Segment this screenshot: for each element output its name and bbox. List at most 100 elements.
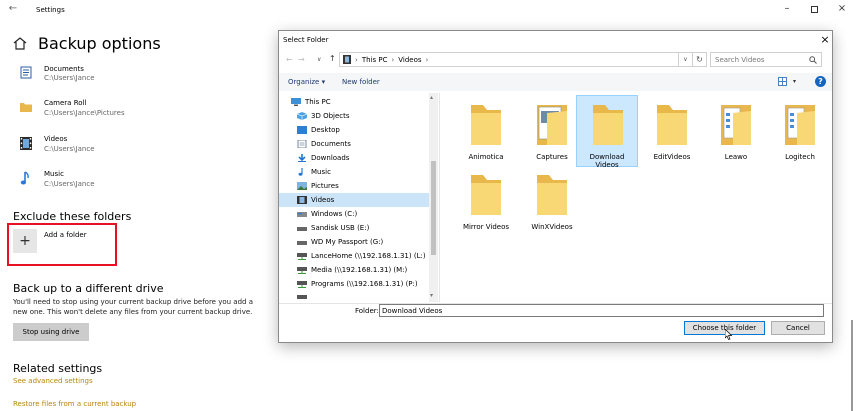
address-dropdown-icon[interactable]: ∨ (679, 52, 693, 67)
nav-item-desktop[interactable]: Desktop (279, 123, 429, 137)
search-input[interactable]: Search Videos (710, 52, 822, 67)
nav-item-label: Pictures (311, 182, 339, 190)
nav-item-wd-passport[interactable]: WD My Passport (G:) (279, 235, 429, 249)
view-options-icon[interactable] (778, 77, 790, 86)
document-icon (297, 140, 307, 148)
nav-item-sandisk-usb[interactable]: Sandisk USB (E:) (279, 221, 429, 235)
refresh-icon[interactable]: ↻ (693, 52, 707, 67)
backup-folder-item[interactable]: Documents C:\Users\Jance (0, 62, 260, 86)
backup-folder-item[interactable]: Camera Roll C:\Users\Jance\Pictures (0, 97, 260, 121)
folder-name-input[interactable]: Download Videos (379, 304, 824, 317)
folder-name-value: Download Videos (382, 306, 443, 315)
related-settings-heading: Related settings (13, 362, 103, 375)
folder-tile-animotica[interactable]: Animotica (453, 95, 519, 167)
nav-item-this-pc[interactable]: This PC (279, 95, 429, 109)
backup-folder-label: Camera Roll (44, 99, 87, 107)
nav-item-3d-objects[interactable]: 3D Objects (279, 109, 429, 123)
advanced-settings-link[interactable]: See advanced settings (13, 377, 93, 385)
navigation-pane: This PC 3D Objects Desktop Documents Dow… (279, 93, 438, 302)
nav-item-lancehome[interactable]: LanceHome (\\192.168.1.31) (L:) (279, 249, 429, 263)
video-icon (343, 55, 351, 64)
folder-docs-icon (721, 105, 751, 145)
address-bar[interactable]: › This PC › Videos › (339, 52, 679, 67)
maximize-icon[interactable] (811, 6, 818, 13)
nav-item-windows-c[interactable]: Windows (C:) (279, 207, 429, 221)
scroll-down-icon[interactable]: ▾ (430, 292, 433, 299)
search-icon (809, 56, 817, 64)
search-placeholder: Search Videos (715, 55, 765, 64)
backup-folder-item[interactable]: Music C:\Users\Jance (0, 168, 260, 192)
different-drive-heading: Back up to a different drive (13, 282, 164, 295)
folder-open-icon (537, 105, 567, 145)
video-icon (297, 196, 307, 204)
back-arrow-icon[interactable]: ← (8, 4, 18, 14)
restore-files-link[interactable]: Restore files from a current backup (13, 400, 136, 408)
folder-icon (537, 175, 567, 215)
documents-icon (20, 66, 32, 79)
help-icon[interactable]: ? (815, 76, 826, 87)
backup-folder-path: C:\Users\Jance (44, 74, 95, 82)
minimize-icon[interactable]: – (782, 4, 792, 14)
window-title: Settings (36, 6, 65, 14)
recent-dropdown-icon[interactable]: ∨ (317, 56, 321, 63)
folder-label: Download Videos (589, 153, 625, 169)
nav-item-partial[interactable] (279, 291, 429, 302)
nav-item-label: Windows (C:) (311, 210, 358, 218)
mouse-cursor-icon (725, 329, 732, 340)
breadcrumb-videos[interactable]: Videos (398, 56, 421, 64)
folder-tile-logitech[interactable]: Logitech (767, 95, 833, 167)
folder-icon (471, 105, 501, 145)
nav-item-pictures[interactable]: Pictures (279, 179, 429, 193)
music-note-icon (20, 171, 29, 185)
scrollbar-thumb[interactable] (851, 320, 853, 411)
network-drive-icon (297, 253, 307, 260)
back-arrow-icon[interactable]: ← (286, 55, 293, 64)
nav-item-label: Music (311, 168, 331, 176)
nav-item-documents[interactable]: Documents (279, 137, 429, 151)
folder-tile-winxvideos[interactable]: WinXVideos (519, 165, 585, 237)
nav-item-downloads[interactable]: Downloads (279, 151, 429, 165)
folder-label: EditVideos (653, 153, 691, 161)
nav-item-programs[interactable]: Programs (\\192.168.1.31) (P:) (279, 277, 429, 291)
forward-arrow-icon[interactable]: → (298, 55, 305, 64)
nav-item-label: 3D Objects (311, 112, 350, 120)
exclude-folders-heading: Exclude these folders (13, 210, 132, 223)
usb-drive-icon (297, 227, 307, 231)
nav-item-label: Videos (311, 196, 335, 204)
music-icon (298, 168, 303, 176)
home-icon (13, 37, 27, 50)
breadcrumb-this-pc[interactable]: This PC (362, 56, 388, 64)
breadcrumb-separator-icon: › (355, 55, 358, 64)
different-drive-desc-2: new one. This won't delete any files fro… (13, 308, 253, 316)
close-icon[interactable]: × (837, 4, 847, 14)
add-folder-button[interactable]: + Add a folder (13, 229, 103, 255)
download-icon (298, 154, 306, 162)
nav-scrollbar-thumb[interactable] (431, 161, 436, 255)
cancel-button[interactable]: Cancel (771, 321, 825, 335)
backup-folder-label: Documents (44, 65, 84, 73)
folder-label: WinXVideos (531, 223, 573, 231)
organize-menu[interactable]: Organize ▾ (288, 78, 325, 86)
nav-item-videos[interactable]: Videos (279, 193, 429, 207)
plus-icon: + (13, 229, 37, 253)
up-arrow-icon[interactable]: ↑ (329, 54, 336, 63)
folder-tile-editvideos[interactable]: EditVideos (639, 95, 705, 167)
dialog-close-icon[interactable]: × (817, 31, 833, 47)
nav-item-music[interactable]: Music (279, 165, 429, 179)
scroll-up-icon[interactable]: ▴ (430, 94, 433, 101)
video-icon (20, 137, 32, 150)
different-drive-desc-1: You'll need to stop using your current b… (13, 298, 253, 306)
nav-scrollbar[interactable]: ▴ ▾ (429, 93, 438, 302)
backup-folder-item[interactable]: Videos C:\Users\Jance (0, 133, 260, 157)
stop-using-drive-button[interactable]: Stop using drive (13, 323, 89, 341)
view-dropdown-icon[interactable]: ▾ (793, 78, 796, 85)
breadcrumb-separator-icon: › (425, 55, 429, 64)
folder-tile-leawo[interactable]: Leawo (703, 95, 769, 167)
folder-docs-icon (785, 105, 815, 145)
nav-item-media[interactable]: Media (\\192.168.1.31) (M:) (279, 263, 429, 277)
folder-label: Mirror Videos (462, 223, 510, 231)
drive-icon (297, 212, 307, 217)
folder-tile-mirror-videos[interactable]: Mirror Videos (453, 165, 519, 237)
folder-tile-download-videos[interactable]: Download Videos (576, 95, 638, 169)
new-folder-button[interactable]: New folder (342, 78, 380, 86)
